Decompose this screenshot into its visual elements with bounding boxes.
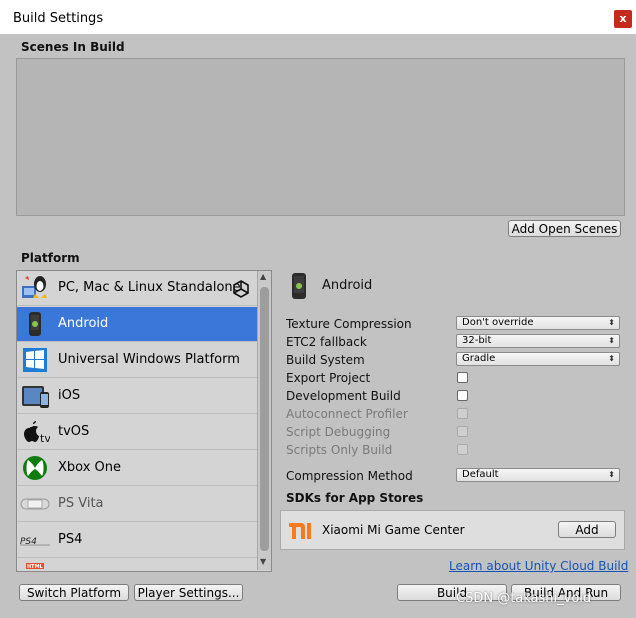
platform-item-label: tvOS: [58, 424, 90, 439]
script-debugging-label: Script Debugging: [286, 425, 391, 439]
svg-text:PS4: PS4: [20, 537, 37, 547]
dropdown-value: 32-bit: [462, 335, 492, 346]
title-bar: Build Settings x: [0, 0, 636, 34]
export-project-checkbox[interactable]: [457, 372, 468, 383]
script-debugging-checkbox: [457, 426, 468, 437]
platform-list-scrollbar[interactable]: ▲ ▼: [257, 271, 271, 570]
scroll-thumb[interactable]: [260, 287, 269, 551]
watermark: CSDN @takashi_void: [456, 591, 592, 606]
platform-item-ps-vita[interactable]: PS Vita: [17, 487, 257, 522]
platform-item-label: Android: [58, 316, 109, 331]
etc2-fallback-label: ETC2 fallback: [286, 335, 367, 349]
platform-item-label: Xbox One: [58, 460, 122, 475]
build-settings-window: Build Settings x Scenes In Build Add Ope…: [0, 0, 636, 618]
texture-compression-dropdown[interactable]: Don't override ⬍: [456, 316, 620, 330]
platform-item-label: PS Vita: [58, 496, 104, 511]
scroll-down-icon[interactable]: ▼: [260, 557, 266, 566]
add-open-scenes-button[interactable]: Add Open Scenes: [508, 220, 621, 237]
dropdown-arrow-icon: ⬍: [608, 318, 615, 327]
sdk-item-xiaomi: Xiaomi Mi Game Center Add: [280, 510, 625, 550]
android-icon: [29, 312, 41, 336]
dropdown-arrow-icon: ⬍: [608, 354, 615, 363]
scenes-in-build-label: Scenes In Build: [21, 40, 125, 54]
player-settings-button[interactable]: Player Settings...: [134, 584, 243, 601]
platform-item-xbox-one[interactable]: Xbox One: [17, 451, 257, 486]
platform-item-tvos[interactable]: tv tvOS: [17, 415, 257, 450]
platform-item-uwp[interactable]: Universal Windows Platform: [17, 343, 257, 378]
ios-icon: [22, 386, 49, 408]
unity-logo-icon: [233, 280, 249, 298]
build-system-dropdown[interactable]: Gradle ⬍: [456, 352, 620, 366]
android-header-icon: [292, 273, 306, 299]
xbox-icon: [23, 456, 47, 480]
platform-item-webgl[interactable]: HTML: [17, 559, 257, 571]
platform-list: PC, Mac & Linux Standalone Android Unive…: [16, 270, 272, 572]
scenes-list[interactable]: [16, 58, 625, 216]
texture-compression-label: Texture Compression: [286, 317, 412, 331]
selected-platform-title: Android: [322, 278, 373, 293]
pc-mac-linux-icon: [22, 276, 47, 298]
svg-text:tv: tv: [40, 432, 50, 445]
platform-item-label: iOS: [58, 388, 81, 403]
development-build-checkbox[interactable]: [457, 390, 468, 401]
compression-method-dropdown[interactable]: Default ⬍: [456, 468, 620, 482]
compression-method-label: Compression Method: [286, 469, 413, 483]
scroll-up-icon[interactable]: ▲: [260, 272, 266, 281]
xiaomi-icon: [289, 523, 311, 539]
cloud-build-link[interactable]: Learn about Unity Cloud Build: [449, 559, 628, 573]
platform-label: Platform: [21, 251, 80, 265]
development-build-label: Development Build: [286, 389, 401, 403]
autoconnect-profiler-label: Autoconnect Profiler: [286, 407, 408, 421]
html5-icon: HTML: [26, 563, 44, 570]
sdks-label: SDKs for App Stores: [286, 491, 424, 505]
dropdown-arrow-icon: ⬍: [608, 336, 615, 345]
platform-item-label: PC, Mac & Linux Standalone: [58, 280, 241, 295]
scripts-only-build-checkbox: [457, 444, 468, 455]
sdk-add-button[interactable]: Add: [558, 521, 616, 538]
ps4-icon: PS4: [20, 537, 50, 547]
dropdown-value: Gradle: [462, 353, 496, 364]
platform-item-pc-mac-linux[interactable]: PC, Mac & Linux Standalone: [17, 271, 257, 306]
etc2-fallback-dropdown[interactable]: 32-bit ⬍: [456, 334, 620, 348]
platform-item-ps4[interactable]: PS4 PS4: [17, 523, 257, 558]
autoconnect-profiler-checkbox: [457, 408, 468, 419]
dropdown-arrow-icon: ⬍: [608, 470, 615, 479]
sdk-name: Xiaomi Mi Game Center: [322, 523, 465, 537]
dropdown-value: Don't override: [462, 317, 534, 328]
appletv-icon: tv: [24, 421, 50, 445]
close-button[interactable]: x: [614, 10, 632, 28]
platform-item-label: Universal Windows Platform: [58, 352, 240, 367]
export-project-label: Export Project: [286, 371, 371, 385]
dropdown-value: Default: [462, 469, 499, 480]
window-title: Build Settings: [13, 11, 104, 26]
windows-icon: [23, 348, 47, 372]
scripts-only-build-label: Scripts Only Build: [286, 443, 393, 457]
psvita-icon: [20, 498, 50, 510]
platform-item-android[interactable]: Android: [17, 307, 257, 342]
platform-item-label: PS4: [58, 532, 83, 547]
svg-text:HTML: HTML: [27, 564, 44, 570]
build-system-label: Build System: [286, 353, 365, 367]
switch-platform-button[interactable]: Switch Platform: [19, 584, 129, 601]
platform-item-ios[interactable]: iOS: [17, 379, 257, 414]
